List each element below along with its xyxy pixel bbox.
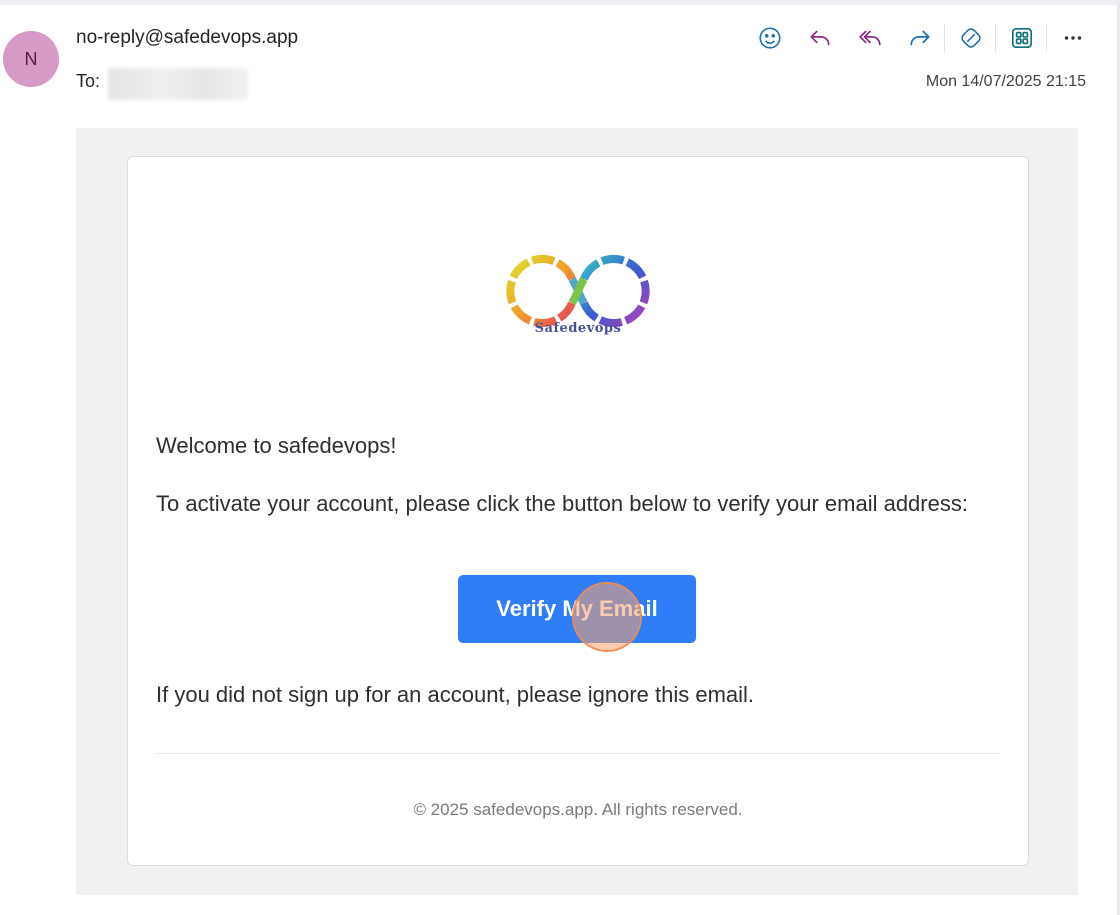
message-toolbar (752, 20, 1105, 56)
to-label: To: (76, 71, 101, 91)
sticker-icon[interactable] (953, 20, 989, 56)
more-icon[interactable] (1055, 20, 1091, 56)
toolbar-separator (944, 24, 945, 52)
email-body-frame: Safedevops Welcome to safedevops! To act… (76, 128, 1078, 895)
welcome-text: Welcome to safedevops! (156, 433, 397, 458)
logo-wordmark: Safedevops (534, 321, 622, 336)
reply-all-icon[interactable] (852, 20, 888, 56)
toolbar-separator (995, 24, 996, 52)
instructions-text: To activate your account, please click t… (156, 491, 968, 516)
avatar-initial: N (24, 48, 38, 69)
copyright-footer: © 2025 safedevops.app. All rights reserv… (413, 800, 743, 819)
emoji-icon[interactable] (752, 20, 788, 56)
apps-icon[interactable] (1004, 20, 1040, 56)
ignore-notice: If you did not sign up for an account, p… (156, 682, 755, 707)
email-card: Safedevops Welcome to safedevops! To act… (127, 156, 1029, 866)
footer-divider (156, 753, 1000, 754)
click-indicator (572, 582, 642, 652)
sender-address[interactable]: no-reply@safedevops.app (76, 27, 298, 49)
toolbar-separator (1046, 24, 1047, 52)
avatar[interactable]: N (3, 31, 59, 87)
forward-icon[interactable] (902, 20, 938, 56)
reply-icon[interactable] (802, 20, 838, 56)
recipient-redacted (108, 68, 248, 100)
received-datetime: Mon 14/07/2025 21:15 (925, 73, 1086, 90)
top-border (0, 0, 1120, 5)
